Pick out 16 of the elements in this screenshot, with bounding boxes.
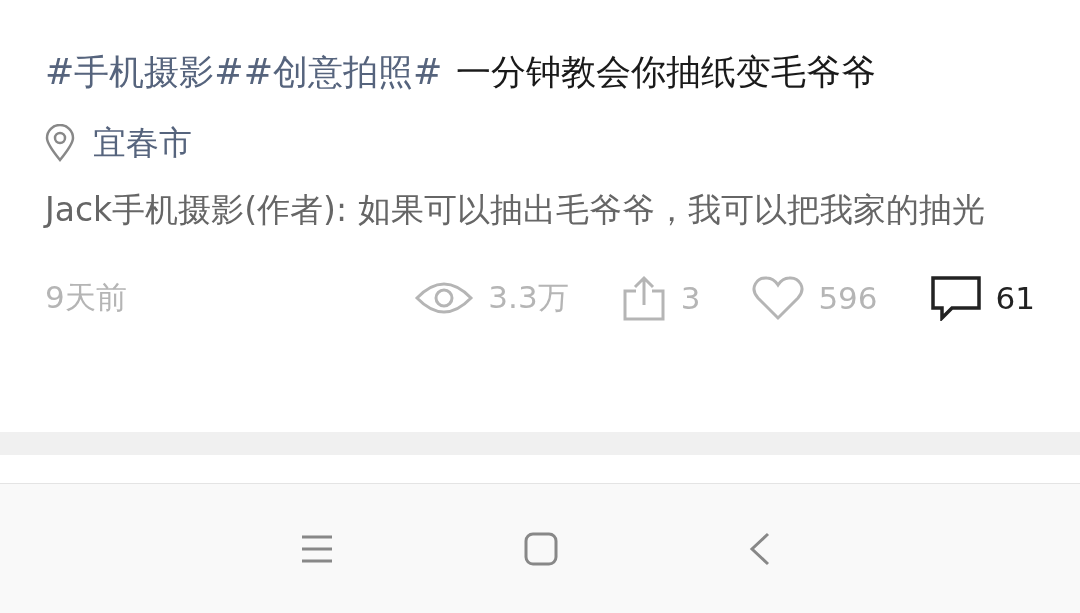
heart-icon xyxy=(752,275,805,321)
post-title[interactable]: 一分钟教会你抽纸变毛爷爷 xyxy=(456,48,877,96)
topic-link[interactable]: #手机摄影# xyxy=(45,48,244,96)
comments-count: 61 xyxy=(995,280,1035,316)
topic-link[interactable]: #创意拍照# xyxy=(243,48,443,96)
comment-text: Jack手机摄影(作者): 如果可以抽出毛爷爷，我可以把我家的抽光 xyxy=(45,189,986,231)
views-count: 3.3万 xyxy=(488,278,569,317)
location-label[interactable]: 宜春市 xyxy=(93,120,192,166)
menu-button[interactable] xyxy=(300,533,334,564)
location-pin-icon xyxy=(45,124,75,162)
shares-count: 3 xyxy=(680,280,701,316)
post-time: 9天前 xyxy=(45,278,127,317)
likes-count: 596 xyxy=(818,280,878,316)
comment-icon xyxy=(929,275,982,321)
back-button[interactable] xyxy=(748,531,772,566)
home-button[interactable] xyxy=(524,531,558,566)
